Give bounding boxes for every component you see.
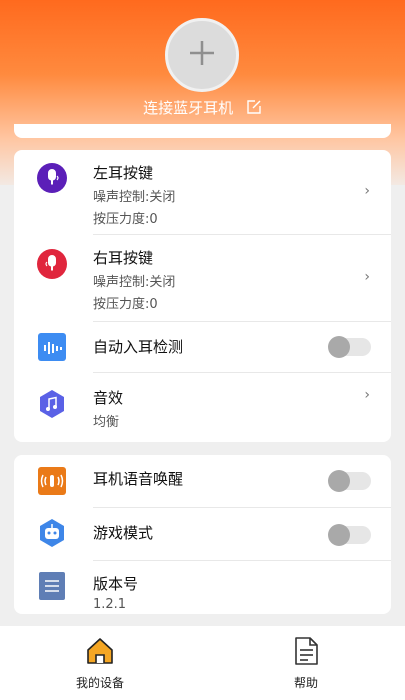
voice-wake-icon [38, 467, 66, 495]
chevron-right-icon: › [364, 183, 370, 199]
list-item-voice-wake[interactable]: 耳机语音唤醒 [14, 455, 391, 507]
list-item-auto-ear-detection[interactable]: 自动入耳检测 [14, 322, 391, 372]
edit-icon[interactable] [246, 99, 262, 119]
game-mode-title: 游戏模式 [93, 524, 154, 542]
home-icon [85, 636, 115, 666]
voice-wake-toggle[interactable] [328, 470, 371, 492]
connect-label: 连接蓝牙耳机 [143, 99, 234, 117]
connect-device-button[interactable] [165, 18, 239, 92]
plus-icon [187, 38, 217, 72]
voice-wave-icon [38, 333, 66, 361]
right-earbud-icon [37, 249, 67, 279]
right-earbud-title: 右耳按键 [93, 249, 154, 267]
list-item-game-mode[interactable]: 游戏模式 [14, 508, 391, 560]
list-item-right-earbud[interactable]: 右耳按键 噪声控制:关闭 按压力度:0 › [14, 235, 391, 321]
bottom-nav: 我的设备 帮助 [0, 626, 405, 700]
document-icon [39, 572, 65, 600]
left-earbud-title: 左耳按键 [93, 164, 154, 182]
game-robot-icon [37, 518, 67, 548]
toggle-knob [328, 524, 350, 546]
auto-ear-detection-toggle[interactable] [328, 336, 371, 358]
settings-card-misc: 耳机语音唤醒 游戏模式 版本号 1.2.1 [14, 455, 391, 614]
chevron-right-icon: › [364, 269, 370, 285]
toggle-knob [328, 470, 350, 492]
right-press-force: 按压力度:0 [93, 297, 158, 312]
settings-card-earbuds: 左耳按键 噪声控制:关闭 按压力度:0 › 右耳按键 噪声控制:关闭 按压力度:… [14, 150, 391, 442]
tab-help[interactable]: 帮助 [245, 626, 365, 700]
tab-my-devices-label: 我的设备 [75, 676, 124, 690]
left-earbud-icon [37, 163, 67, 193]
help-doc-icon [291, 636, 321, 666]
list-item-sound-effect[interactable]: 音效 均衡 › [14, 373, 391, 442]
tab-help-label: 帮助 [293, 676, 318, 690]
voice-wake-title: 耳机语音唤醒 [93, 470, 184, 488]
right-noise-control: 噪声控制:关闭 [93, 275, 176, 290]
sound-effect-title: 音效 [93, 389, 124, 407]
device-card [14, 124, 391, 138]
sound-effect-value: 均衡 [93, 415, 120, 430]
list-item-left-earbud[interactable]: 左耳按键 噪声控制:关闭 按压力度:0 › [14, 150, 391, 234]
tab-my-devices[interactable]: 我的设备 [39, 626, 159, 700]
left-press-force: 按压力度:0 [93, 212, 158, 227]
auto-ear-detection-title: 自动入耳检测 [93, 338, 184, 356]
game-mode-toggle[interactable] [328, 524, 371, 546]
chevron-right-icon: › [364, 387, 370, 403]
version-title: 版本号 [93, 575, 139, 593]
left-noise-control: 噪声控制:关闭 [93, 190, 176, 205]
list-item-version: 版本号 1.2.1 [14, 561, 391, 614]
connect-label-row[interactable]: 连接蓝牙耳机 [0, 97, 405, 119]
toggle-knob [328, 336, 350, 358]
music-note-icon [37, 389, 67, 419]
version-value: 1.2.1 [93, 597, 127, 612]
